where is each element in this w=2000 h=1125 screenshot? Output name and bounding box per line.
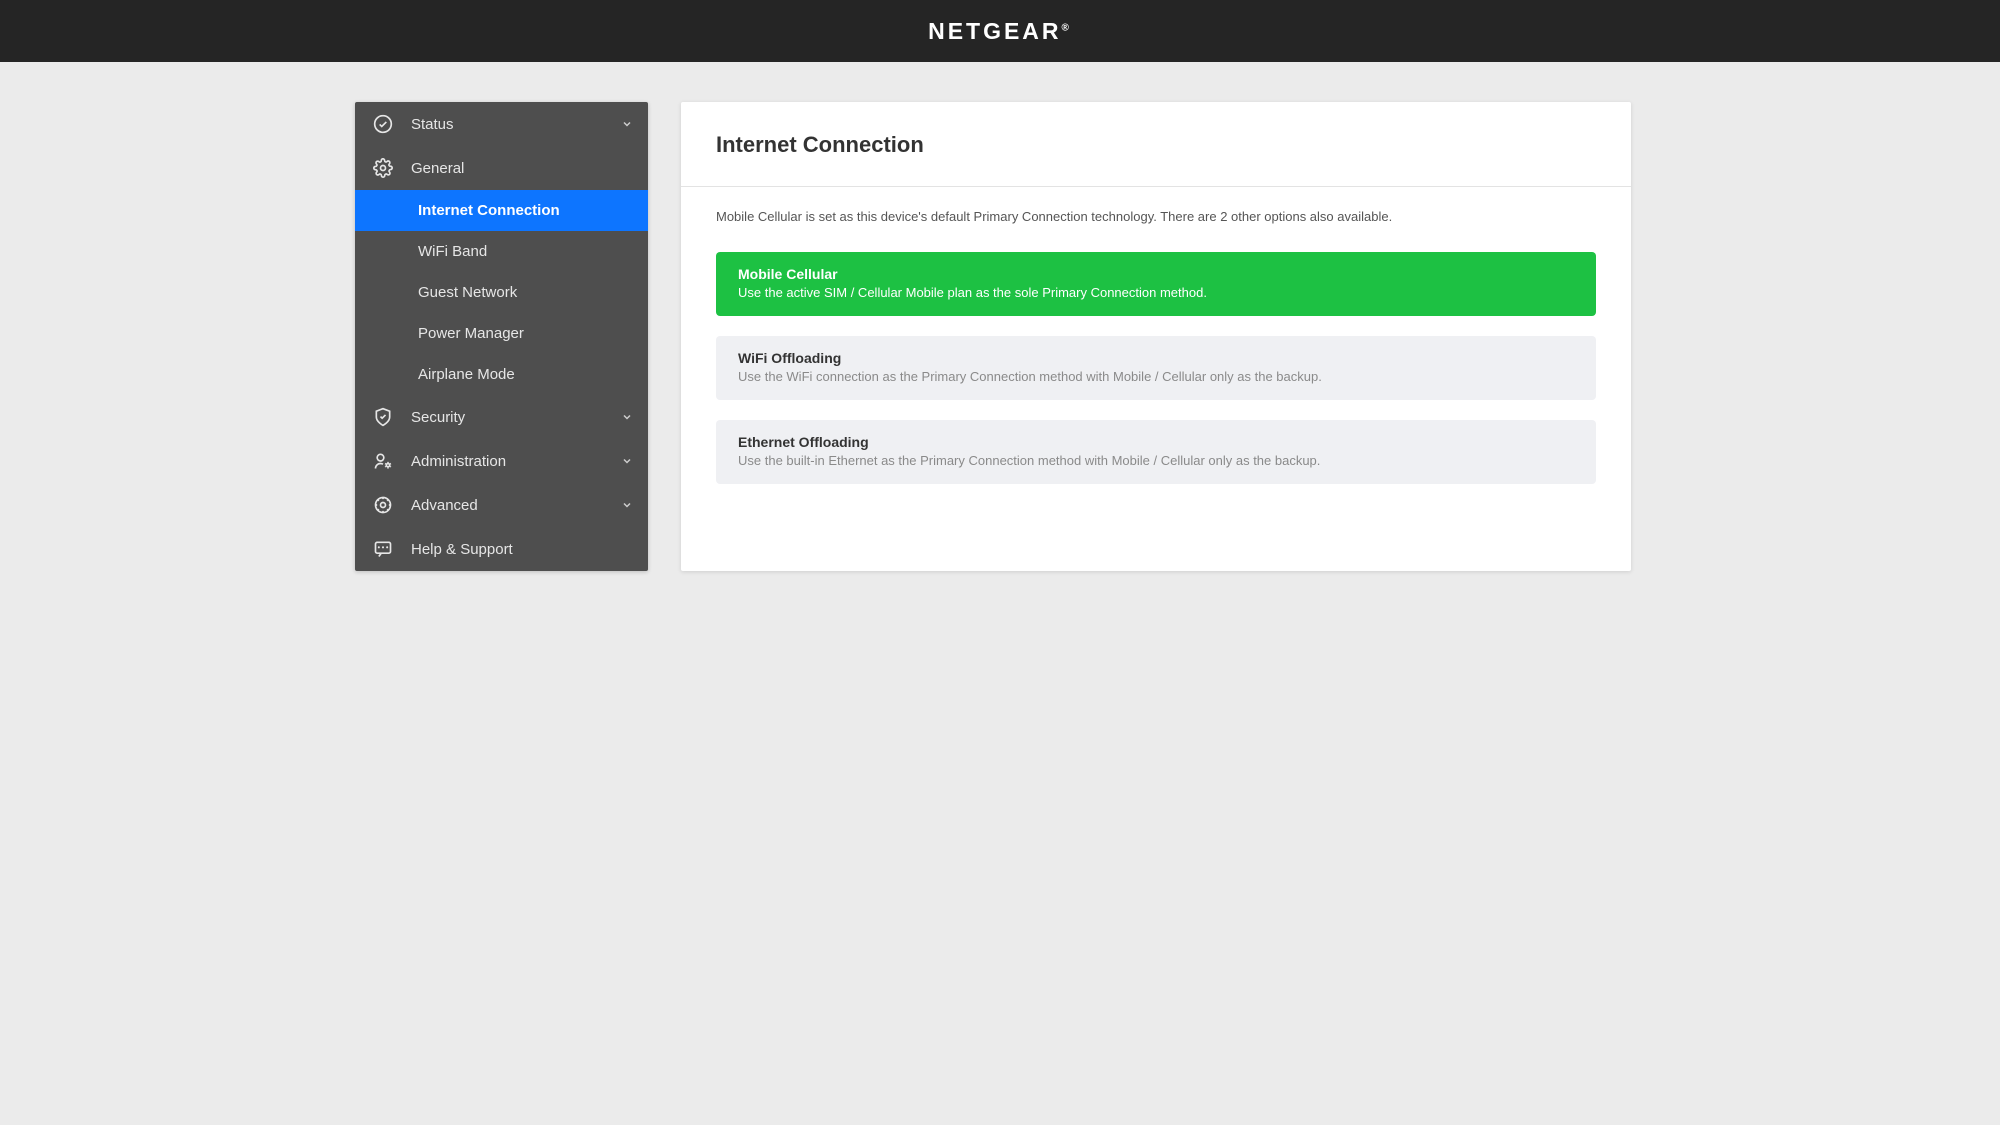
sidebar-item-label: Administration	[411, 453, 621, 470]
option-desc: Use the built-in Ethernet as the Primary…	[738, 453, 1574, 468]
sidebar-item-help-support[interactable]: Help & Support	[355, 527, 648, 571]
sidebar-subitem-internet-connection[interactable]: Internet Connection	[355, 190, 648, 231]
sidebar-item-general[interactable]: General	[355, 146, 648, 190]
check-circle-icon	[373, 114, 393, 134]
chevron-down-icon	[621, 455, 633, 467]
sidebar-subitem-power-manager[interactable]: Power Manager	[355, 313, 648, 354]
divider	[681, 186, 1631, 187]
sidebar-item-label: Help & Support	[411, 541, 633, 558]
chevron-down-icon	[621, 118, 633, 130]
chevron-down-icon	[621, 411, 633, 423]
sidebar-subitem-label: Airplane Mode	[418, 366, 515, 383]
brand-logo: NETGEAR®	[928, 18, 1072, 45]
user-gear-icon	[373, 451, 393, 471]
chat-icon	[373, 539, 393, 559]
sidebar-item-label: Security	[411, 409, 621, 426]
sidebar-item-advanced[interactable]: Advanced	[355, 483, 648, 527]
brand-text: NETGEAR	[928, 18, 1061, 44]
chevron-down-icon	[621, 499, 633, 511]
sidebar-subitem-wifi-band[interactable]: WiFi Band	[355, 231, 648, 272]
sidebar-subitem-guest-network[interactable]: Guest Network	[355, 272, 648, 313]
option-desc: Use the active SIM / Cellular Mobile pla…	[738, 285, 1574, 300]
app-header: NETGEAR®	[0, 0, 2000, 62]
option-title: WiFi Offloading	[738, 350, 1574, 366]
page-description: Mobile Cellular is set as this device's …	[716, 209, 1596, 224]
sidebar-subitem-label: WiFi Band	[418, 243, 487, 260]
option-wifi-offloading[interactable]: WiFi Offloading Use the WiFi connection …	[716, 336, 1596, 400]
advanced-gear-icon	[373, 495, 393, 515]
gear-icon	[373, 158, 393, 178]
sidebar-item-security[interactable]: Security	[355, 395, 648, 439]
option-title: Mobile Cellular	[738, 266, 1574, 282]
sidebar-subitem-label: Guest Network	[418, 284, 517, 301]
sidebar-subitem-label: Internet Connection	[418, 202, 560, 219]
sidebar-item-administration[interactable]: Administration	[355, 439, 648, 483]
sidebar-subitem-label: Power Manager	[418, 325, 524, 342]
option-title: Ethernet Offloading	[738, 434, 1574, 450]
option-desc: Use the WiFi connection as the Primary C…	[738, 369, 1574, 384]
option-mobile-cellular[interactable]: Mobile Cellular Use the active SIM / Cel…	[716, 252, 1596, 316]
sidebar-item-label: Advanced	[411, 497, 621, 514]
sidebar-item-status[interactable]: Status	[355, 102, 648, 146]
shield-icon	[373, 407, 393, 427]
option-ethernet-offloading[interactable]: Ethernet Offloading Use the built-in Eth…	[716, 420, 1596, 484]
sidebar-nav: Status General Internet Connection WiFi …	[355, 102, 648, 571]
sidebar-item-label: Status	[411, 116, 621, 133]
content-panel: Internet Connection Mobile Cellular is s…	[681, 102, 1631, 571]
sidebar-item-label: General	[411, 160, 633, 177]
sidebar-subitem-airplane-mode[interactable]: Airplane Mode	[355, 354, 648, 395]
page-title: Internet Connection	[716, 132, 1596, 158]
